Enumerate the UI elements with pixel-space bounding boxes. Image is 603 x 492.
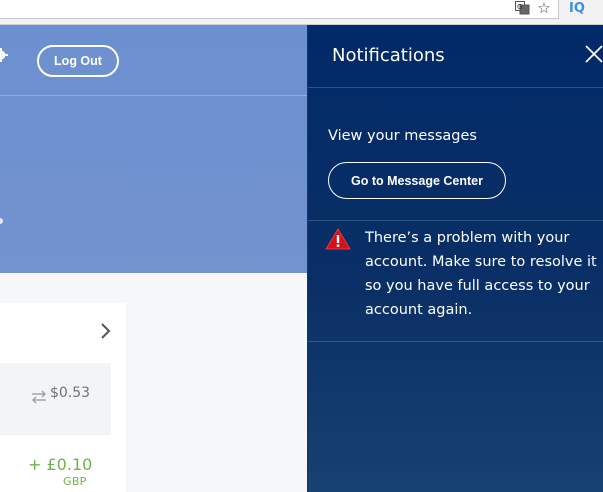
message-center-button[interactable]: Go to Message Center [328,162,506,199]
star-icon[interactable]: ☆ [536,0,552,16]
balance-currency: GBP [63,475,87,488]
extension-icon[interactable]: IQ [566,0,588,16]
panel-title: Notifications [332,45,445,66]
balance-amount: + £0.10 [28,455,93,474]
panel-divider [308,87,603,88]
account-alert-text[interactable]: There’s a problem with your account. Mak… [365,226,597,322]
close-icon[interactable] [584,44,603,64]
balance-card: $0.53 + £0.10 GBP [0,303,126,492]
pending-amount: $0.53 [50,385,91,401]
messages-label: View your messages [328,128,477,144]
transfer-icon [31,389,47,405]
warning-icon [325,228,351,250]
browser-toolbar: G ☆ IQ [0,0,603,25]
gear-icon[interactable] [0,47,8,62]
hero-marker [0,218,3,224]
chevron-right-icon[interactable] [99,321,113,341]
translate-icon[interactable]: G [514,0,530,16]
panel-divider [308,220,603,221]
svg-text:G: G [517,3,522,11]
notifications-panel: Notifications View your messages Go to M… [307,25,603,492]
logout-button[interactable]: Log Out [37,45,119,77]
account-header: Log Out [0,25,307,273]
panel-divider [308,341,603,342]
pending-transaction-row[interactable]: $0.53 [0,363,111,435]
header-divider [0,95,307,96]
address-bar[interactable] [0,0,559,19]
